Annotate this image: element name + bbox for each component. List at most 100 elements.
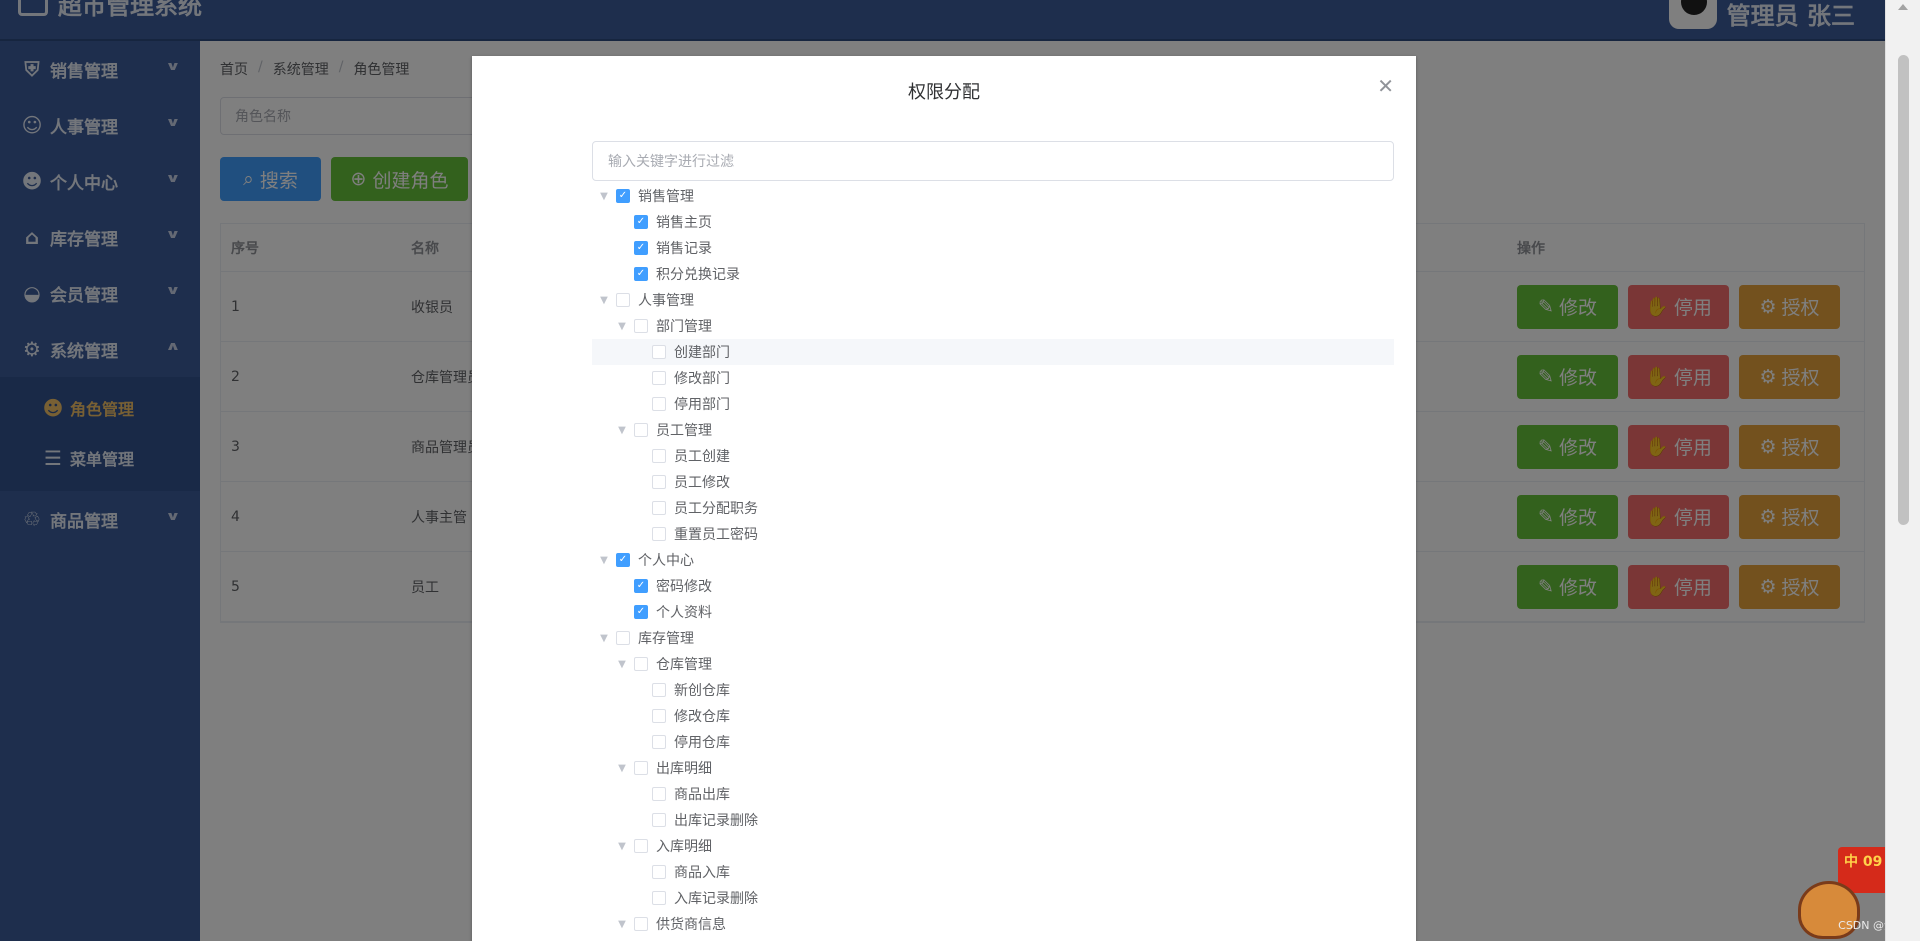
tree-node[interactable]: ▼员工分配职务 <box>592 495 1394 521</box>
checkbox[interactable] <box>616 293 630 307</box>
caret-down-icon[interactable]: ▼ <box>610 659 634 670</box>
tree-node[interactable]: ▼ 入库明细 <box>592 833 1394 859</box>
tree-node[interactable]: ▼ ✓ 销售管理 <box>592 183 1394 209</box>
caret-down-icon[interactable]: ▼ <box>592 555 616 566</box>
checkbox[interactable] <box>652 865 666 879</box>
checkbox[interactable]: ✓ <box>634 215 648 229</box>
tree-node[interactable]: ▼ 库存管理 <box>592 625 1394 651</box>
tree-node[interactable]: ▼创建部门 <box>592 339 1394 365</box>
checkbox[interactable] <box>652 449 666 463</box>
checkbox[interactable] <box>652 709 666 723</box>
checkbox[interactable] <box>634 761 648 775</box>
tree-node-label: 停用部门 <box>674 397 730 413</box>
checkbox[interactable] <box>634 657 648 671</box>
tree-node-label: 停用仓库 <box>674 735 730 751</box>
tree-node-label: 人事管理 <box>638 293 694 309</box>
checkbox[interactable] <box>634 917 648 931</box>
tree-node-label: 创建部门 <box>674 345 730 361</box>
tree-node[interactable]: ▼ 仓库管理 <box>592 651 1394 677</box>
checkbox[interactable] <box>652 683 666 697</box>
checkbox[interactable] <box>652 891 666 905</box>
tree-node-label: 员工修改 <box>674 475 730 491</box>
tree-node[interactable]: ▼ 部门管理 <box>592 313 1394 339</box>
tree-node[interactable]: ▼✓个人资料 <box>592 599 1394 625</box>
checkbox[interactable]: ✓ <box>616 553 630 567</box>
caret-down-icon[interactable]: ▼ <box>592 633 616 644</box>
checkbox[interactable]: ✓ <box>634 267 648 281</box>
tree-node[interactable]: ▼ 员工管理 <box>592 417 1394 443</box>
close-icon[interactable]: ✕ <box>1377 74 1394 98</box>
tree-node-label: 出库记录删除 <box>674 813 758 829</box>
caret-down-icon[interactable]: ▼ <box>610 425 634 436</box>
tree-node[interactable]: ▼入库记录删除 <box>592 885 1394 911</box>
checkbox[interactable]: ✓ <box>634 241 648 255</box>
tree-node[interactable]: ▼员工创建 <box>592 443 1394 469</box>
tree-node-label: 商品出库 <box>674 787 730 803</box>
tree-node-label: 修改仓库 <box>674 709 730 725</box>
checkbox[interactable] <box>652 397 666 411</box>
caret-down-icon[interactable]: ▼ <box>610 321 634 332</box>
tree-node-label: 出库明细 <box>656 761 712 777</box>
tree-node-label: 员工创建 <box>674 449 730 465</box>
checkbox[interactable] <box>634 839 648 853</box>
checkbox[interactable] <box>652 813 666 827</box>
tree-node-label: 销售记录 <box>656 241 712 257</box>
tree-node-label: 部门管理 <box>656 319 712 335</box>
tree-node[interactable]: ▼员工修改 <box>592 469 1394 495</box>
tree-node[interactable]: ▼✓销售记录 <box>592 235 1394 261</box>
tree-node[interactable]: ▼修改部门 <box>592 365 1394 391</box>
checkbox[interactable] <box>616 631 630 645</box>
tree-node[interactable]: ▼停用仓库 <box>592 729 1394 755</box>
checkbox[interactable] <box>652 501 666 515</box>
tree-node-label: 库存管理 <box>638 631 694 647</box>
dialog-title: 权限分配 <box>908 82 980 103</box>
checkbox[interactable]: ✓ <box>634 579 648 593</box>
tree-node[interactable]: ▼✓密码修改 <box>592 573 1394 599</box>
tree-node[interactable]: ▼停用部门 <box>592 391 1394 417</box>
checkbox[interactable]: ✓ <box>634 605 648 619</box>
checkbox[interactable] <box>634 319 648 333</box>
tree-node-label: 修改部门 <box>674 371 730 387</box>
checkbox[interactable] <box>652 735 666 749</box>
scroll-up-icon[interactable] <box>1898 4 1908 10</box>
tree-node[interactable]: ▼ ✓ 个人中心 <box>592 547 1394 573</box>
caret-down-icon[interactable]: ▼ <box>592 295 616 306</box>
tree-node-label: 入库记录删除 <box>674 891 758 907</box>
tree-node-label: 个人资料 <box>656 605 712 621</box>
tree-node[interactable]: ▼出库记录删除 <box>592 807 1394 833</box>
scrollbar-thumb[interactable] <box>1898 55 1909 525</box>
tree-node[interactable]: ▼重置员工密码 <box>592 521 1394 547</box>
tree-node[interactable]: ▼商品入库 <box>592 859 1394 885</box>
checkbox[interactable] <box>652 787 666 801</box>
tree-node-label: 重置员工密码 <box>674 527 758 543</box>
tree-node[interactable]: ▼ 供货商信息 <box>592 911 1394 937</box>
checkbox[interactable] <box>652 371 666 385</box>
tree-node-label: 个人中心 <box>638 553 694 569</box>
tree-node[interactable]: ▼修改仓库 <box>592 703 1394 729</box>
checkbox[interactable] <box>652 475 666 489</box>
caret-down-icon[interactable]: ▼ <box>592 191 616 202</box>
tree-node-label: 销售主页 <box>656 215 712 231</box>
tree-node[interactable]: ▼商品出库 <box>592 781 1394 807</box>
checkbox[interactable] <box>652 345 666 359</box>
caret-down-icon[interactable]: ▼ <box>610 763 634 774</box>
tree-node-label: 员工管理 <box>656 423 712 439</box>
permission-tree: ▼✓销售管理▼✓销售主页▼✓销售记录▼✓积分兑换记录▼人事管理▼部门管理▼创建部… <box>592 183 1394 937</box>
caret-down-icon[interactable]: ▼ <box>610 841 634 852</box>
tree-node[interactable]: ▼ 人事管理 <box>592 287 1394 313</box>
checkbox[interactable] <box>634 423 648 437</box>
tree-node[interactable]: ▼新创仓库 <box>592 677 1394 703</box>
tree-node[interactable]: ▼✓积分兑换记录 <box>592 261 1394 287</box>
page-scrollbar[interactable] <box>1885 0 1920 941</box>
checkbox[interactable] <box>652 527 666 541</box>
tree-node-label: 入库明细 <box>656 839 712 855</box>
tree-node[interactable]: ▼✓销售主页 <box>592 209 1394 235</box>
tree-node-label: 积分兑换记录 <box>656 267 740 283</box>
tree-node-label: 商品入库 <box>674 865 730 881</box>
tree-node-label: 供货商信息 <box>656 917 726 933</box>
filter-input[interactable]: 输入关键字进行过滤 <box>592 141 1394 181</box>
tree-node[interactable]: ▼ 出库明细 <box>592 755 1394 781</box>
checkbox[interactable]: ✓ <box>616 189 630 203</box>
caret-down-icon[interactable]: ▼ <box>610 919 634 930</box>
tree-node-label: 员工分配职务 <box>674 501 758 517</box>
